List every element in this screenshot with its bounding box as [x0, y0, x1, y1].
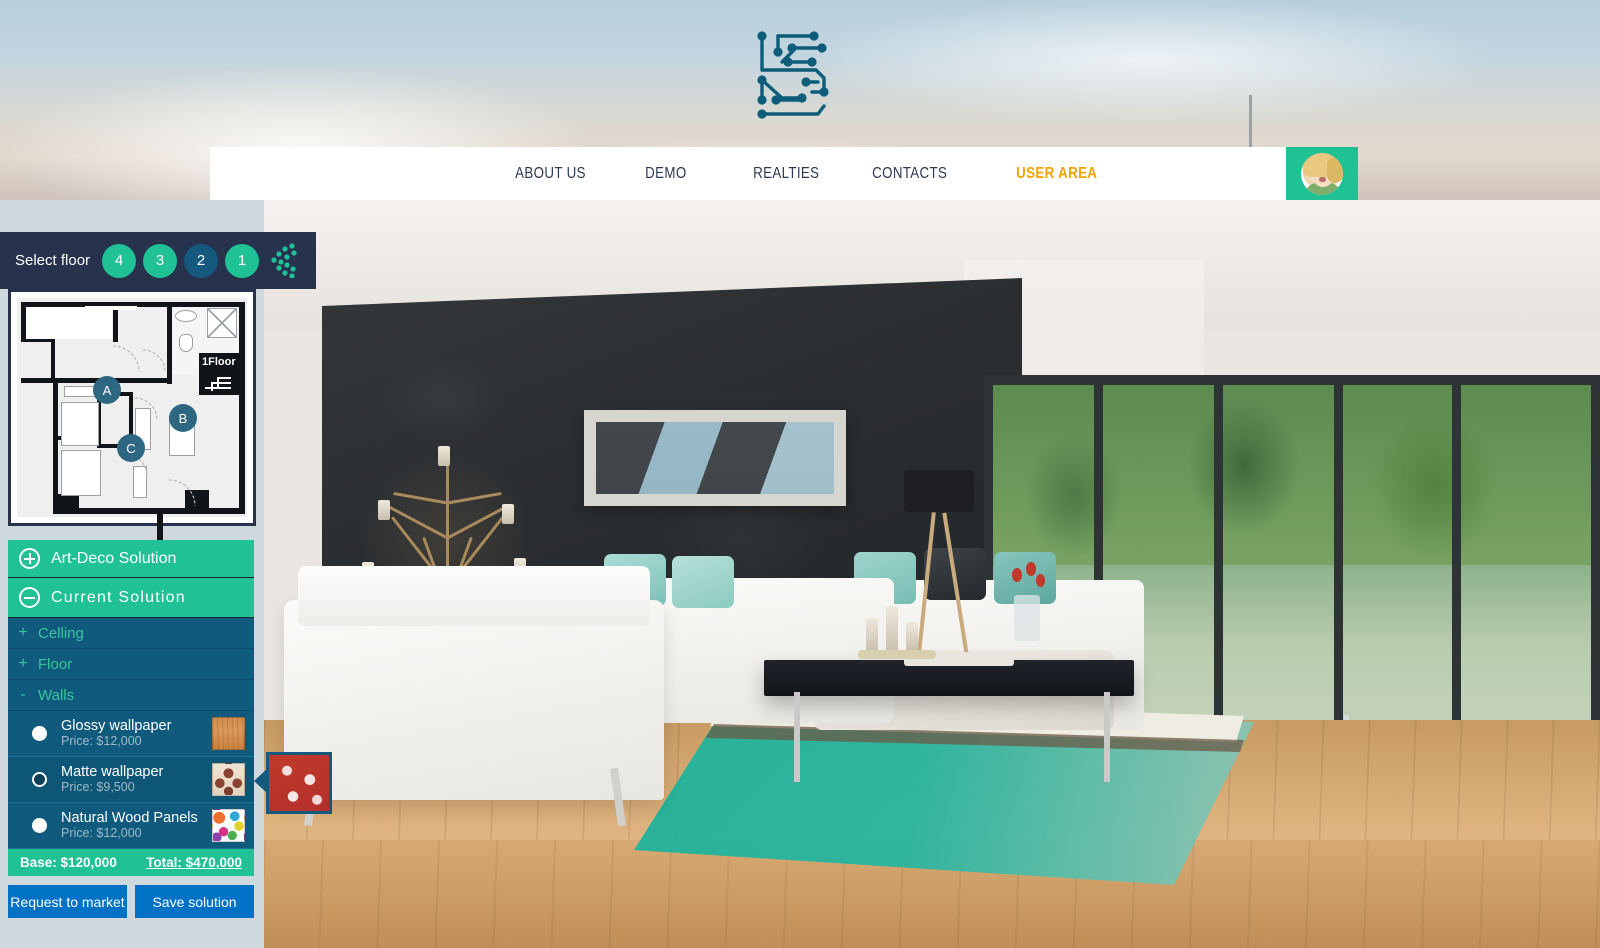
room-marker-b[interactable]: B	[169, 404, 197, 432]
wood-grain-swatch[interactable]	[212, 717, 245, 750]
app-window: ABOUT US DEMO REALTIES CONTACTS USER ARE…	[0, 0, 1600, 948]
material-row-matte-wallpaper[interactable]: Matte wallpaper Price: $9,500	[8, 757, 254, 803]
solution-art-deco-label: Art-Deco Solution	[51, 549, 177, 567]
base-price: Base: $120,000	[20, 855, 117, 870]
radio-glossy-wallpaper[interactable]	[32, 726, 47, 741]
action-buttons: Request to market Save solution	[8, 885, 254, 918]
category-floor-label: Floor	[38, 655, 73, 673]
chevron-left-dots-icon[interactable]	[268, 242, 302, 279]
nav-user-area[interactable]: USER AREA	[1011, 165, 1102, 183]
circuit-s-logo[interactable]	[736, 18, 844, 126]
solution-current[interactable]: Current Solution	[8, 578, 254, 618]
material-price-matte: Price: $9,500	[61, 780, 135, 794]
expand-sign-floor: +	[18, 655, 28, 672]
floor-button-4[interactable]: 4	[102, 243, 137, 278]
material-name-glossy: Glossy wallpaper	[61, 718, 172, 734]
configurator-sidebar: Select floor 4 3 2 1 1Floor A B C Art-De…	[0, 232, 316, 948]
radio-matte-wallpaper[interactable]	[32, 772, 47, 787]
request-to-market-button[interactable]: Request to market	[8, 885, 127, 918]
save-solution-button[interactable]: Save solution	[135, 885, 254, 918]
expand-sign-celling: +	[18, 624, 28, 641]
user-avatar-button[interactable]	[1286, 147, 1358, 200]
nav-about-us[interactable]: ABOUT US	[510, 165, 591, 183]
stairs-icon	[205, 375, 231, 391]
category-celling-label: Celling	[38, 624, 84, 642]
material-name-wood-panels: Natural Wood Panels	[61, 810, 198, 826]
flower-vase	[1014, 595, 1040, 641]
interior-photo	[264, 200, 1600, 948]
category-celling[interactable]: + Celling	[8, 618, 254, 649]
floor-button-1[interactable]: 1	[225, 243, 260, 278]
material-preview-swatch[interactable]	[266, 752, 332, 814]
sofa-left	[284, 566, 664, 827]
wall-mirror	[584, 410, 846, 506]
category-floor[interactable]: + Floor	[8, 649, 254, 680]
floor-selector-label: Select floor	[15, 252, 91, 269]
floor-badge: 1Floor	[199, 353, 245, 395]
nav-realties[interactable]: REALTIES	[748, 165, 825, 183]
category-walls[interactable]: - Walls	[8, 680, 254, 711]
solution-accordion: Art-Deco Solution Current Solution + Cel…	[8, 540, 254, 918]
candle-group	[858, 600, 954, 670]
room-marker-c[interactable]: C	[117, 434, 145, 462]
floor-lamp	[904, 470, 974, 512]
floor-button-2[interactable]: 2	[184, 243, 219, 278]
nav-contacts[interactable]: CONTACTS	[867, 165, 952, 183]
radio-natural-wood-panels[interactable]	[32, 818, 47, 833]
minus-circle-icon	[19, 587, 40, 608]
expand-sign-walls: -	[20, 686, 26, 703]
solution-current-label: Current Solution	[51, 588, 186, 606]
solution-art-deco[interactable]: Art-Deco Solution	[8, 540, 254, 578]
material-price-glossy: Price: $12,000	[61, 734, 142, 748]
material-row-glossy-wallpaper[interactable]: Glossy wallpaper Price: $12,000	[8, 711, 254, 757]
top-navigation: ABOUT US DEMO REALTIES CONTACTS USER ARE…	[210, 147, 1358, 200]
graffiti-swatch[interactable]	[212, 809, 245, 842]
damask-swatch[interactable]	[212, 763, 245, 796]
user-avatar	[1301, 152, 1343, 195]
nav-links: ABOUT US DEMO REALTIES CONTACTS USER ARE…	[510, 165, 1117, 183]
material-name-matte: Matte wallpaper	[61, 764, 164, 780]
floor-button-3[interactable]: 3	[143, 243, 178, 278]
floor-selector-bar: Select floor 4 3 2 1	[0, 232, 316, 289]
category-walls-label: Walls	[38, 686, 75, 704]
room-marker-a[interactable]: A	[93, 376, 121, 404]
plus-circle-icon	[19, 548, 40, 569]
material-row-natural-wood-panels[interactable]: Natural Wood Panels Price: $12,000	[8, 803, 254, 849]
material-price-wood-panels: Price: $12,000	[61, 826, 142, 840]
price-summary-bar: Base: $120,000 Total: $470,000	[8, 849, 254, 876]
total-price[interactable]: Total: $470,000	[146, 855, 242, 870]
nav-demo[interactable]: DEMO	[640, 165, 692, 183]
floor-plan[interactable]: 1Floor A B C	[8, 289, 256, 540]
material-list: Glossy wallpaper Price: $12,000 Matte wa…	[8, 711, 254, 849]
